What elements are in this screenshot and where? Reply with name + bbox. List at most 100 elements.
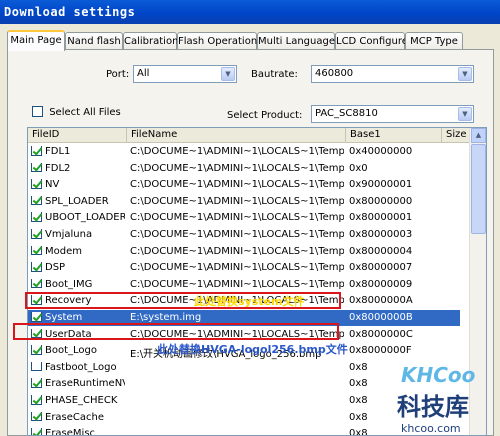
select-product-label: Select Product: [227,110,303,121]
column-header-filename[interactable]: FileName [127,128,346,143]
scroll-up-icon[interactable]: ▲ [471,128,486,143]
cell-fileid: Fastboot_Logo [31,361,125,373]
cell-fileid: NV [31,179,125,190]
cell-filename: C:\DOCUME~1\ADMINI~1\LOCALS~1\Temp\... [130,278,344,290]
fileid-text: Boot_Logo [45,345,97,357]
row-checkbox[interactable] [31,245,42,256]
port-label: Port: [106,69,130,80]
table-row[interactable]: EraseRuntimeNV 0x8 [28,376,460,392]
svg-text:khcoo.com: khcoo.com [401,422,461,435]
column-header-base1[interactable]: Base1 [346,128,442,143]
table-row[interactable]: SPL_LOADER C:\DOCUME~1\ADMINI~1\LOCALS~1\… [28,194,460,210]
row-checkbox[interactable] [31,162,42,173]
row-checkbox[interactable] [31,411,42,422]
fileid-text: DSP [45,262,66,274]
cell-base1: 0x8000000F [349,345,412,357]
baudrate-select[interactable]: 460800 ▼ [311,65,474,83]
cell-fileid: Vmjaluna [31,229,125,240]
row-checkbox[interactable] [31,278,42,289]
fileid-text: PHASE_CHECK [45,395,118,406]
select-all-checkbox[interactable]: Select All Files [32,106,121,118]
khcoo-logo: KHCoo 科技库 khcoo.com [397,363,476,435]
cell-base1: 0x80000003 [349,229,413,240]
row-checkbox[interactable] [31,179,42,189]
tab-multi-languages[interactable]: Multi Languages [257,32,340,50]
table-row[interactable]: DSP C:\DOCUME~1\ADMINI~1\LOCALS~1\Temp\..… [28,260,460,276]
table-row[interactable]: Vmjaluna C:\DOCUME~1\ADMINI~1\LOCALS~1\Te… [28,227,460,243]
tab-main-page[interactable]: Main Page [7,30,65,51]
cell-fileid: UBOOT_LOADER [31,212,125,223]
chevron-down-icon[interactable]: ▼ [458,67,472,81]
chevron-down-icon[interactable]: ▼ [458,107,472,121]
cell-base1: 0x80000009 [349,278,413,290]
cell-fileid: EraseRuntimeNV [31,378,125,389]
cell-base1: 0x8000000C [349,328,413,340]
table-row[interactable]: EraseCache 0x8 [28,410,460,426]
row-checkbox[interactable] [31,395,42,405]
cell-fileid: PHASE_CHECK [31,395,125,406]
tab-label: Main Page [10,35,62,46]
cell-fileid: EraseCache [31,411,125,423]
row-checkbox[interactable] [31,378,42,388]
table-row[interactable]: Boot_IMG C:\DOCUME~1\ADMINI~1\LOCALS~1\Te… [28,277,460,293]
table-row[interactable]: NV C:\DOCUME~1\ADMINI~1\LOCALS~1\Temp\...… [28,177,460,193]
row-checkbox[interactable] [31,262,42,272]
highlight-box-boot-logo [13,323,339,340]
cell-fileid: SPL_LOADER [31,195,125,207]
cell-filename: C:\DOCUME~1\ADMINI~1\LOCALS~1\Temp\... [130,146,344,157]
cell-filename: C:\DOCUME~1\ADMINI~1\LOCALS~1\Temp\... [130,179,344,191]
fileid-text: Boot_IMG [45,278,93,290]
tab-strip: Main Page Nand flash Calibration Flash O… [7,30,493,51]
cell-base1: 0x80000001 [349,212,413,224]
cell-filename: C:\DOCUME~1\ADMINI~1\LOCALS~1\Temp\... [130,229,344,240]
product-select[interactable]: PAC_SC8810 ▼ [311,105,474,123]
row-checkbox[interactable] [31,146,42,156]
port-select[interactable]: All ▼ [133,65,237,83]
table-row[interactable]: FDL1 C:\DOCUME~1\ADMINI~1\LOCALS~1\Temp\.… [28,144,460,160]
tab-label: Calibration [124,36,179,47]
tab-label: LCD Configure [336,36,408,47]
column-header-size[interactable]: Size [442,128,472,143]
cell-filename: C:\DOCUME~1\ADMINI~1\LOCALS~1\Temp\... [130,195,344,207]
row-checkbox[interactable] [31,345,42,355]
row-checkbox[interactable] [31,428,42,435]
row-checkbox[interactable] [31,361,42,372]
table-row[interactable]: PHASE_CHECK 0x8 [28,393,460,409]
cell-base1: 0x80000000 [349,195,413,207]
table-row[interactable]: Modem C:\DOCUME~1\ADMINI~1\LOCALS~1\Temp\… [28,244,460,260]
fileid-text: Fastboot_Logo [45,361,117,373]
fileid-text: FDL2 [45,162,71,174]
table-row[interactable]: FDL2 C:\DOCUME~1\ADMINI~1\LOCALS~1\Temp\.… [28,161,460,177]
row-checkbox[interactable] [31,195,42,206]
tab-label: MCP Type [410,36,458,47]
annotation-system: 此处替换system文件 [194,295,305,308]
window-title: Download settings [0,0,500,24]
cell-fileid: EraseMisc [31,428,125,436]
fileid-text: EraseCache [45,411,105,423]
table-row[interactable]: EraseMisc 0x8 [28,426,460,436]
table-row[interactable]: Fastboot_Logo 0x8 [28,360,460,376]
row-checkbox[interactable] [31,212,42,222]
tab-lcd-configure[interactable]: LCD Configure [335,32,408,50]
select-all-label: Select All Files [49,106,121,118]
fileid-text: System [45,312,83,323]
table-row[interactable]: UBOOT_LOADER C:\DOCUME~1\ADMINI~1\LOCALS~… [28,210,460,226]
baudrate-value: 460800 [315,68,354,79]
cell-fileid: FDL1 [31,146,125,157]
product-value: PAC_SC8810 [315,108,378,119]
cell-base1: 0x80000004 [349,245,413,257]
annotation-logo: 此处替换HVGA-logol256.bmp文件 [157,343,348,356]
fileid-text: EraseMisc [45,428,96,436]
checkbox-icon[interactable] [32,106,43,117]
row-checkbox[interactable] [31,312,42,322]
scroll-thumb[interactable] [471,144,486,234]
list-header: FileID FileName Base1 Size [28,128,486,143]
chevron-down-icon[interactable]: ▼ [221,67,235,81]
tab-flash-operations[interactable]: Flash Operations [177,32,262,50]
fileid-text: SPL_LOADER [45,195,109,207]
row-checkbox[interactable] [31,229,42,239]
column-header-fileid[interactable]: FileID [28,128,127,143]
tab-mcp-type[interactable]: MCP Type [405,32,463,50]
tab-calibration[interactable]: Calibration [123,32,179,50]
tab-nand-flash[interactable]: Nand flash [65,32,123,50]
